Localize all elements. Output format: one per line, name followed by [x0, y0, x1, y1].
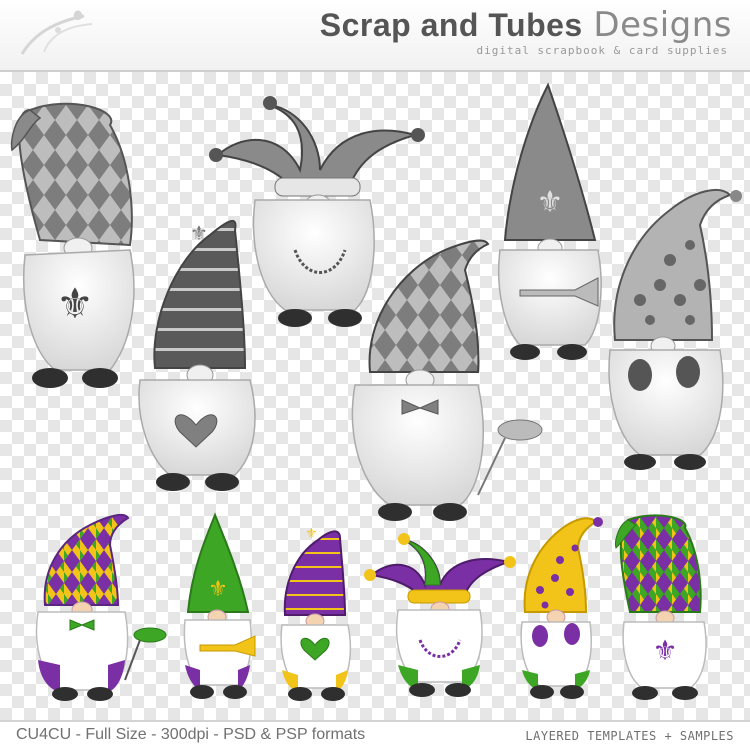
gnome-artwork: ⚜ ⚜ ⚜ ⚜ ⚜ ⚜ — [10, 82, 742, 701]
product-specs: CU4CU - Full Size - 300dpi - PSD & PSP f… — [16, 726, 366, 743]
brand-name-light: Designs — [593, 5, 732, 45]
harlequin-fleur-de-lis-gnome-sample: ⚜ — [615, 514, 707, 700]
logo-swirl-icon — [20, 10, 93, 55]
brand-header: Scrap and Tubes Designs digital scrapboo… — [0, 0, 750, 72]
fleur-de-lis-icon: ⚜ — [652, 634, 677, 667]
polka-dot-maracas-gnome-sample — [520, 517, 603, 699]
brand-logo: Scrap and Tubes Designs digital scrapboo… — [320, 6, 732, 57]
harlequin-bowtie-mask-gnome-sample — [35, 513, 167, 701]
harlequin-gnome-template: ⚜ — [10, 102, 135, 388]
polka-dot-maracas-gnome-template — [608, 189, 742, 470]
fleur-de-lis-trumpet-gnome-sample: ⚜ — [183, 512, 256, 699]
fleur-de-lis-icon: ⚜ — [537, 185, 564, 220]
fleur-de-lis-icon: ⚜ — [208, 577, 228, 602]
brand-name-bold: Scrap and Tubes — [319, 7, 583, 43]
preview-page: ⚜ ⚜ ⚜ ⚜ ⚜ ⚜ Scrap and Tubes Designs digi… — [0, 0, 750, 750]
product-footer: CU4CU - Full Size - 300dpi - PSD & PSP f… — [0, 720, 750, 750]
brand-tagline: digital scrapbook & card supplies — [476, 44, 728, 57]
fleur-de-lis-trumpet-gnome-template: ⚜ — [497, 82, 602, 360]
brand-name: Scrap and Tubes Designs — [320, 6, 732, 44]
striped-hat-heart-gnome-sample: ⚜ — [280, 526, 352, 701]
product-contents: LAYERED TEMPLATES + SAMPLES — [525, 729, 734, 743]
jester-hat-beads-gnome-sample — [364, 533, 516, 697]
charm-icon: ⚜ — [305, 526, 318, 542]
charm-icon: ⚜ — [190, 221, 208, 245]
striped-hat-heart-gnome-template: ⚜ — [138, 220, 256, 491]
fleur-de-lis-icon: ⚜ — [56, 279, 94, 328]
